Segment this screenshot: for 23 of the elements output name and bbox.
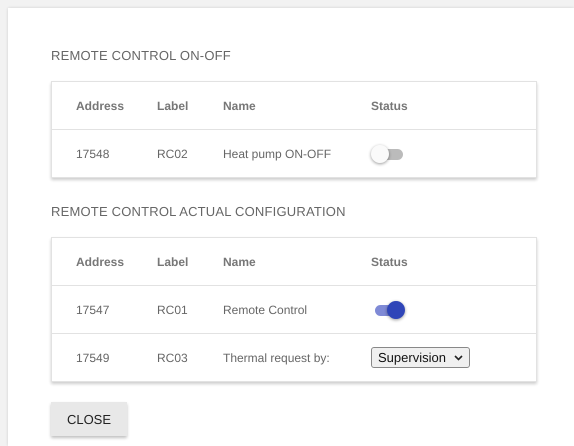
column-header: Name <box>223 254 257 268</box>
dropdown[interactable]: Supervision <box>371 347 470 368</box>
table-cell-text: 17548 <box>76 146 110 160</box>
table-cell-text: RC02 <box>157 146 189 160</box>
table-cell-text: Remote Control <box>223 302 308 316</box>
close-button[interactable]: CLOSE <box>51 402 127 436</box>
section-title: REMOTE CONTROL ON-OFF <box>51 48 232 63</box>
column-header: Status <box>371 254 409 268</box>
table-cell-text: Heat pump ON-OFF <box>223 146 332 160</box>
column-header: Status <box>371 98 409 112</box>
column-header: Address <box>76 98 126 112</box>
column-header: Address <box>76 254 126 268</box>
table-cell-text: RC03 <box>157 350 189 364</box>
table-cell-text: 17549 <box>76 350 110 364</box>
section-title: REMOTE CONTROL ACTUAL CONFIGURATION <box>51 204 347 219</box>
column-header: Name <box>223 98 257 112</box>
column-header: Label <box>157 98 190 112</box>
column-header: Label <box>157 254 190 268</box>
chevron-down-icon <box>454 354 463 360</box>
table-cell-text: 17547 <box>76 302 110 316</box>
toggle-switch[interactable] <box>371 144 405 164</box>
table-cell-text: RC01 <box>157 302 189 316</box>
table-cell-text: Thermal request by: <box>223 350 331 364</box>
